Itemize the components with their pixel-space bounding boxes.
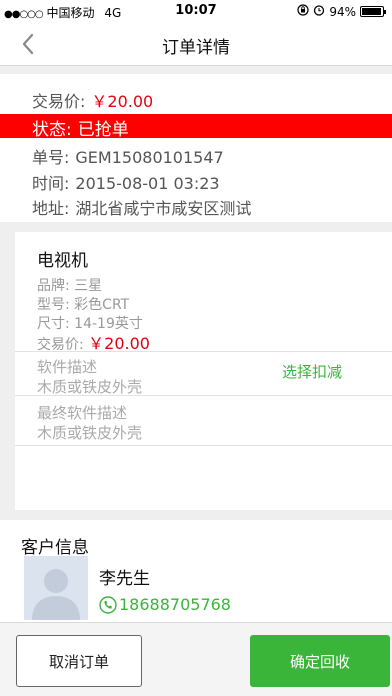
alarm-icon [313, 4, 325, 19]
software-desc-value: 木质或铁皮外壳 [37, 378, 143, 396]
divider [15, 395, 392, 396]
order-number-value: GEM15080101547 [75, 148, 224, 167]
order-number-row: 单号: GEM15080101547 [32, 144, 224, 168]
order-status-banner: 状态: 已抢单 [0, 114, 392, 140]
customer-name: 李先生 [99, 569, 150, 589]
status-bar: ●●○○○ 中国移动 4G 10:07 94% [0, 0, 392, 22]
order-number-label: 单号: [32, 148, 70, 167]
divider [15, 351, 392, 352]
item-model-row: 型号: 彩色CRT [37, 294, 129, 314]
battery-fill [362, 8, 381, 15]
order-price-label: 交易价: [32, 92, 86, 111]
order-price-row: 交易价: ￥20.00 [32, 88, 153, 112]
order-status-label: 状态: [32, 120, 72, 140]
status-right: 94% [297, 4, 386, 19]
software-desc-label: 软件描述 [37, 358, 98, 376]
order-time-row: 时间: 2015-08-01 03:23 [32, 170, 220, 194]
item-model-label: 型号: [37, 297, 70, 313]
nav-bar: 订单详情 [0, 22, 392, 66]
item-title: 电视机 [37, 251, 88, 271]
user-placeholder-icon [24, 556, 88, 620]
cancel-order-button[interactable]: 取消订单 [16, 635, 142, 687]
divider [15, 445, 392, 446]
order-address-value: 湖北省咸宁市咸安区测试 [75, 199, 252, 218]
page-title: 订单详情 [162, 38, 230, 58]
order-time-label: 时间: [32, 174, 70, 193]
order-time-value: 2015-08-01 03:23 [75, 174, 220, 193]
customer-info-card: 客户信息 李先生 18688705768 [0, 520, 392, 630]
customer-phone-link[interactable]: 18688705768 [99, 595, 231, 614]
order-summary-card: 交易价: ￥20.00 状态: 已抢单 单号: GEM15080101547 时间: 2… [0, 74, 392, 222]
order-address-row: 地址: 湖北省咸宁市咸安区测试 [32, 195, 251, 219]
avatar [24, 556, 88, 620]
item-model-value: 彩色CRT [74, 297, 130, 313]
select-deduction-link[interactable]: 选择扣减 [282, 361, 342, 382]
item-detail-card: 电视机 品牌: 三星 型号: 彩色CRT 尺寸: 14-19英寸 交易价: ￥2… [15, 232, 392, 510]
order-price-value: ￥20.00 [91, 92, 154, 111]
item-brand-value: 三星 [74, 278, 103, 294]
bottom-action-bar: 取消订单 确定回收 [0, 622, 392, 696]
orientation-lock-icon [297, 4, 309, 19]
order-status-row: 状态: 已抢单 [32, 115, 129, 140]
customer-section-title: 客户信息 [21, 538, 89, 558]
item-brand-label: 品牌: [37, 278, 70, 294]
customer-phone: 18688705768 [119, 595, 231, 614]
item-brand-row: 品牌: 三星 [37, 275, 102, 295]
battery-percent: 94% [329, 4, 356, 19]
phone-icon [99, 595, 117, 614]
order-address-label: 地址: [32, 199, 70, 218]
battery-icon [360, 6, 386, 17]
final-software-desc-label: 最终软件描述 [37, 404, 128, 422]
order-status-value: 已抢单 [77, 120, 129, 140]
final-software-desc-value: 木质或铁皮外壳 [37, 424, 143, 442]
confirm-recycle-button[interactable]: 确定回收 [250, 635, 390, 687]
